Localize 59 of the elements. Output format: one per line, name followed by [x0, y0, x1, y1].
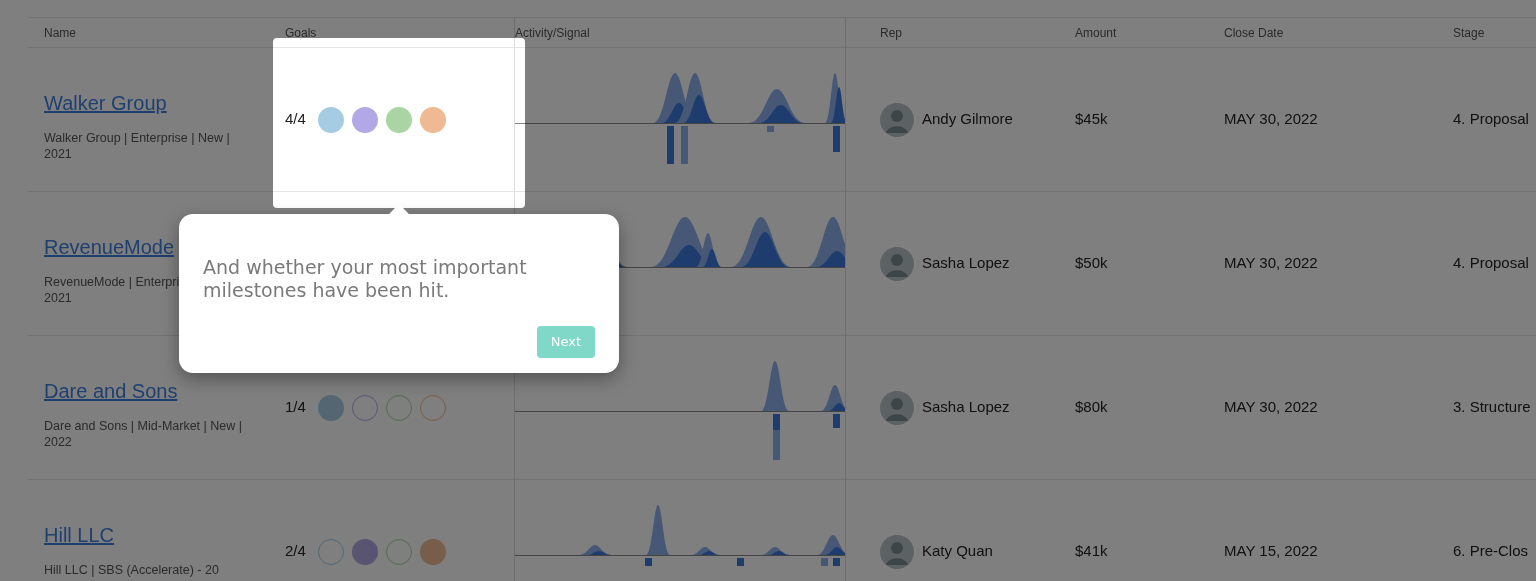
next-button[interactable]: Next [536, 326, 595, 358]
signal-bar [833, 557, 840, 566]
deal-link[interactable]: Hill LLC [44, 520, 115, 550]
stage: 3. Structure [1453, 397, 1531, 418]
activity-peak [675, 72, 715, 123]
close-date: MAY 30, 2022 [1224, 253, 1318, 274]
deal-link[interactable]: Walker Group [44, 88, 167, 118]
signal-bar [833, 413, 840, 428]
rep-name: Andy Gilmore [922, 109, 1013, 130]
activity-peak [579, 544, 612, 555]
column-header: Rep [880, 24, 902, 42]
deal-link[interactable]: Dare and Sons [44, 376, 178, 406]
goal-count: 1/4 [285, 397, 306, 418]
signal-bar [737, 557, 744, 566]
signal-bar [667, 125, 674, 164]
rep-name: Sasha Lopez [922, 397, 1010, 418]
amount: $80k [1075, 397, 1108, 418]
avatar [880, 534, 914, 569]
signal-bar [645, 557, 652, 566]
activity-peak [731, 216, 791, 267]
activity-peak [821, 384, 845, 411]
avatar [880, 246, 914, 281]
column-header: Name [44, 24, 76, 42]
deal-details: Dare and Sons | Mid-Market | New | 2022 [44, 418, 242, 450]
signal-bar [681, 125, 688, 164]
stage: 4. Proposal [1453, 253, 1529, 274]
amount: $45k [1075, 109, 1108, 130]
deal-details: Hill LLC | SBS (Accelerate) - 20 [44, 562, 219, 578]
column-header: Activity/Signal [515, 24, 590, 42]
close-date: MAY 15, 2022 [1224, 541, 1318, 562]
close-date: MAY 30, 2022 [1224, 397, 1318, 418]
activity-peak [646, 504, 670, 555]
activity-peak [825, 72, 845, 123]
goal-count: 2/4 [285, 541, 306, 562]
column-header: Close Date [1224, 24, 1284, 42]
amount: $41k [1075, 541, 1108, 562]
signal-bar [767, 125, 774, 132]
activity-peak [749, 88, 805, 123]
rep-name: Sasha Lopez [922, 253, 1010, 274]
column-header: Stage [1453, 24, 1485, 42]
signal-bar [821, 557, 828, 566]
deal-link[interactable]: RevenueMode [44, 232, 175, 262]
goal-count: 4/4 [285, 109, 306, 130]
signal-bar [833, 125, 840, 152]
stage: 4. Proposal [1453, 109, 1529, 130]
column-header: Amount [1075, 24, 1117, 42]
close-date: MAY 30, 2022 [1224, 109, 1318, 130]
deal-details: RevenueMode | Enterpri 2021 [44, 274, 180, 306]
avatar [880, 102, 914, 137]
activity-peak [817, 534, 845, 555]
deal-details: Walker Group | Enterprise | New | 2021 [44, 130, 230, 162]
stage: 6. Pre-Clos [1453, 541, 1529, 562]
avatar [880, 390, 914, 425]
column-header: Goals [285, 24, 317, 42]
rep-name: Katy Quan [922, 541, 993, 562]
tooltip-text: And whether your most important milestones have been hit. [203, 256, 528, 302]
activity-peak [761, 360, 789, 411]
amount: $50k [1075, 253, 1108, 274]
activity-peak [807, 216, 845, 267]
